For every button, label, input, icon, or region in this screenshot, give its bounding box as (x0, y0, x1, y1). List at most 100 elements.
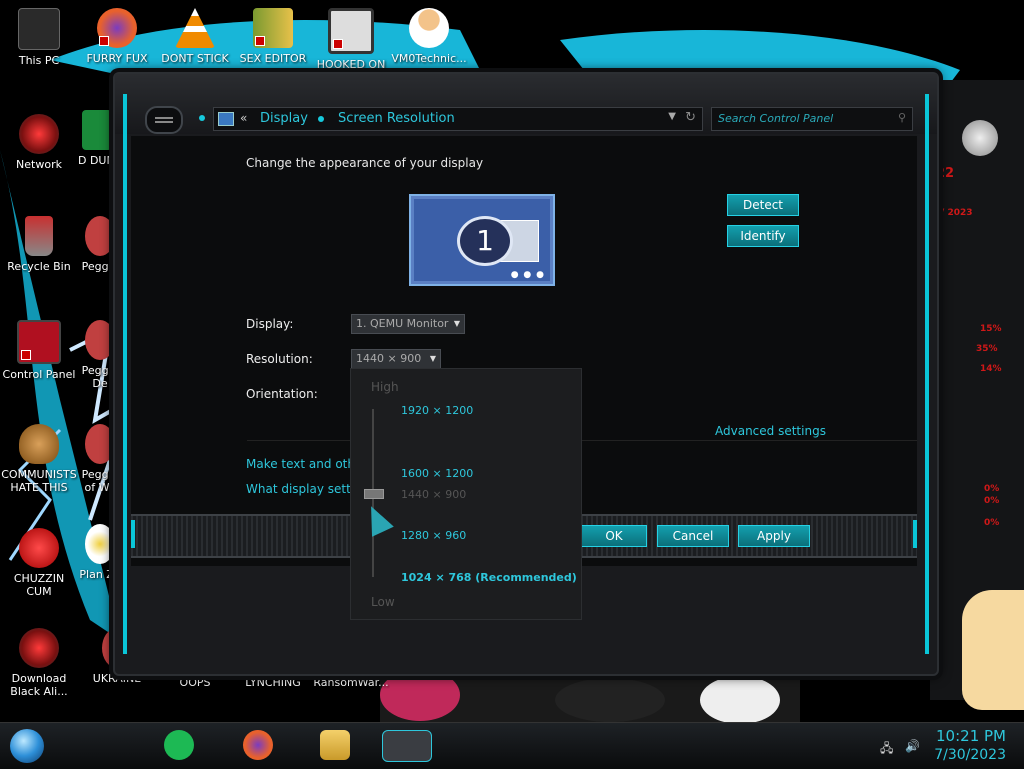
desktop-icon-label: LYNCHING (245, 676, 301, 689)
chevron-down-icon: ▼ (453, 319, 460, 328)
desktop-icon-label: VM0Technic... (391, 52, 467, 65)
resolution-option-recommended[interactable]: 1024 × 768 (Recommended) (401, 571, 577, 584)
apply-button[interactable]: Apply (738, 525, 810, 547)
hud-label: 0% (984, 484, 1000, 494)
monitor-dots-icon: ● ● ● (510, 270, 545, 280)
chevron-down-icon: ▼ (429, 354, 436, 363)
advanced-settings-link[interactable]: Advanced settings (715, 424, 826, 438)
monitor-preview[interactable]: 1 ● ● ● (409, 194, 555, 286)
spotify-icon[interactable] (164, 730, 194, 760)
window-frame-left (123, 94, 127, 654)
orientation-label: Orientation: (246, 387, 318, 401)
desktop-icon-control-panel[interactable]: Control Panel (0, 320, 78, 381)
desktop-icon-label: This PC (18, 54, 60, 67)
resolution-option[interactable]: 1920 × 1200 (401, 404, 473, 417)
resolution-select[interactable]: 1440 × 900 ▼ (351, 349, 441, 369)
search-input[interactable]: Search Control Panel (718, 112, 833, 125)
search-icon[interactable]: ⚲ (898, 111, 906, 124)
desktop-icon-label: OOPS (179, 676, 211, 689)
ok-button[interactable]: OK (581, 525, 647, 547)
search-box[interactable]: Search Control Panel ⚲ (711, 107, 913, 131)
resolution-option-selected[interactable]: 1440 × 900 (401, 488, 466, 501)
desktop-icon-label: Control Panel (2, 368, 76, 381)
resolution-slider-thumb[interactable] (364, 489, 384, 499)
hud-label: JV 2023 (934, 208, 973, 218)
volume-tray-icon[interactable]: 🔊 (905, 739, 920, 753)
breadcrumb-screen-resolution[interactable]: Screen Resolution (338, 111, 455, 126)
peggle-icon (85, 424, 115, 464)
display-label: Display: (246, 317, 294, 331)
cancel-button[interactable]: Cancel (657, 525, 729, 547)
start-orb-icon[interactable] (10, 729, 44, 763)
desktop-icon-furry-fux[interactable]: FURRY FUX (78, 8, 156, 65)
network-globe-icon (19, 628, 59, 668)
hud-label: 15% (980, 324, 1002, 334)
nav-indicator (199, 115, 205, 121)
recycle-bin-icon (25, 216, 53, 256)
desktop-icon-label: Network (16, 158, 62, 171)
desktop-icon-sex-editor[interactable]: SEX EDITOR (234, 8, 312, 65)
desktop-icon-lynching[interactable]: LYNCHING (234, 676, 312, 689)
vlc-cone-icon (175, 8, 215, 48)
identify-button[interactable]: Identify (727, 225, 799, 247)
page-title: Change the appearance of your display (246, 156, 484, 170)
desktop-icon-ransomware[interactable]: RansomWar... (312, 676, 390, 689)
frame-cap (913, 520, 917, 548)
clock-date[interactable]: 7/30/2023 (934, 747, 1006, 763)
desktop-icon-label: Download Black Ali... (10, 672, 68, 698)
desktop-icon-recycle-bin[interactable]: Recycle Bin (0, 216, 78, 273)
desktop-icon-label: CHUZZIN CUM (13, 572, 65, 598)
resolution-option[interactable]: 1280 × 960 (401, 529, 466, 542)
shortcut-arrow-icon (99, 36, 109, 46)
chevron-down-icon[interactable]: ▼ (668, 111, 676, 122)
desktop-icon-dont-stick[interactable]: DONT STICK (156, 8, 234, 65)
maze-icon (328, 8, 374, 54)
desktop-icon-label: DONT STICK (161, 52, 229, 65)
document-icon (82, 110, 112, 150)
file-explorer-icon[interactable] (320, 730, 350, 760)
back-forward-button[interactable] (145, 106, 183, 134)
resolution-option[interactable]: 1600 × 1200 (401, 467, 473, 480)
desktop-icon-hooked-on[interactable]: HOOKED ON (312, 8, 390, 71)
window-frame-right (925, 94, 929, 654)
monitor-number: 1 (457, 216, 513, 266)
flower-icon (85, 524, 115, 564)
firefox-icon (97, 8, 137, 48)
desktop-icon-oops[interactable]: OOPS (156, 676, 234, 689)
detect-button[interactable]: Detect (727, 194, 799, 216)
slider-low-label: Low (371, 595, 395, 609)
firefox-icon[interactable] (243, 730, 273, 760)
slider-high-label: High (371, 380, 399, 394)
computer-icon (18, 8, 60, 50)
taskbar: 🖧 🔊 10:21 PM 7/30/2023 (0, 722, 1024, 769)
desktop-icon-vm0technic[interactable]: VM0Technic... (390, 8, 468, 65)
desktop-icon-communists[interactable]: COMMUNISTS HATE THIS G... (0, 424, 78, 494)
network-tray-icon[interactable]: 🖧 (880, 739, 893, 760)
hud-label: 0% (984, 496, 1000, 506)
hxd-editor-icon (253, 8, 293, 48)
desktop-icon-label: SEX EDITOR (239, 52, 307, 65)
hud-label: 0% (984, 518, 1000, 528)
control-panel-icon (218, 112, 234, 126)
refresh-icon[interactable]: ↻ (685, 110, 696, 125)
desktop-icon-network[interactable]: Network (0, 114, 78, 171)
alienware-logo-icon (962, 120, 998, 156)
breadcrumb-display[interactable]: Display (260, 111, 308, 126)
shortcut-arrow-icon (21, 350, 31, 360)
shortcut-arrow-icon (255, 36, 265, 46)
desktop-icon-chuzzin[interactable]: CHUZZIN CUM (0, 528, 78, 598)
desktop-icon-download-black[interactable]: Download Black Ali... (0, 628, 78, 698)
control-panel-taskbar-icon[interactable] (382, 730, 432, 762)
clock-time[interactable]: 10:21 PM (936, 727, 1006, 745)
resolution-dropdown[interactable]: High 1920 × 1200 1600 × 1200 1440 × 900 … (350, 368, 582, 620)
desktop-icon-label: RansomWar... (313, 676, 389, 689)
resolution-select-value: 1440 × 900 (356, 352, 422, 365)
address-bar[interactable]: « Display Screen Resolution ▼ ↻ (213, 107, 703, 131)
chuzzle-icon (19, 528, 59, 568)
desktop-icon-label: HOOKED ON (316, 58, 386, 71)
desktop-icon-this-pc[interactable]: This PC (0, 8, 78, 67)
desktop-icon-label: COMMUNISTS HATE THIS G... (1, 468, 77, 494)
desktop-icon-label: Recycle Bin (7, 260, 71, 273)
breadcrumb-overflow-chevron[interactable]: « (240, 111, 247, 125)
display-select[interactable]: 1. QEMU Monitor ▼ (351, 314, 465, 334)
